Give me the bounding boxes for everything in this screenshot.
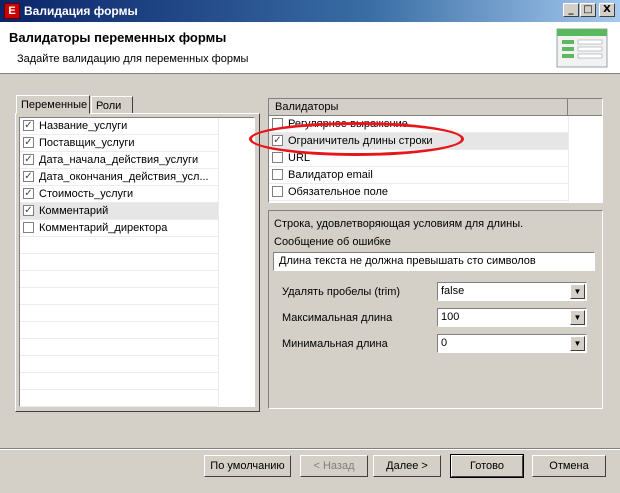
chevron-down-icon[interactable]: ▼ bbox=[570, 310, 585, 325]
maximize-button[interactable]: □ bbox=[580, 3, 596, 17]
column-header-label: Валидаторы bbox=[275, 101, 339, 113]
window-title: Валидация формы bbox=[24, 4, 138, 18]
close-button[interactable]: X bbox=[599, 3, 615, 17]
list-item[interactable]: ✓ Стоимость_услуги bbox=[20, 186, 218, 203]
form-icon bbox=[556, 28, 608, 68]
column-divider bbox=[218, 118, 219, 406]
min-length-select[interactable]: 0 ▼ bbox=[437, 334, 587, 353]
variables-list[interactable]: ✓ Название_услуги ✓ Поставщик_услуги ✓ Дата… bbox=[19, 117, 255, 407]
minimize-button[interactable]: _ bbox=[563, 3, 579, 17]
checkbox-icon[interactable]: ✓ bbox=[23, 120, 34, 131]
list-item-empty bbox=[20, 390, 218, 407]
checkbox-icon[interactable]: ✓ bbox=[23, 171, 34, 182]
min-length-value: 0 bbox=[441, 337, 448, 349]
error-message-field[interactable]: Длина текста не должна превышать сто сим… bbox=[273, 252, 595, 271]
checkbox-icon[interactable]: ✓ bbox=[23, 137, 34, 148]
max-length-select[interactable]: 100 ▼ bbox=[437, 308, 587, 327]
separator-highlight bbox=[0, 449, 620, 450]
list-item-selected[interactable]: ✓ Комментарий bbox=[20, 203, 218, 220]
checkbox-icon[interactable] bbox=[272, 169, 283, 180]
checkbox-icon[interactable]: ✓ bbox=[23, 154, 34, 165]
list-item-empty bbox=[20, 237, 218, 254]
list-item[interactable]: ✓ Дата_начала_действия_услуги bbox=[20, 152, 218, 169]
trim-select[interactable]: false ▼ bbox=[437, 282, 587, 301]
list-item[interactable]: ✓ Название_услуги bbox=[20, 118, 218, 135]
list-item-empty bbox=[20, 254, 218, 271]
tab-roles[interactable]: Роли bbox=[91, 96, 133, 114]
list-item-empty bbox=[20, 271, 218, 288]
validator-description: Строка, удовлетворяющая условиям для дли… bbox=[274, 218, 524, 230]
defaults-button[interactable]: По умолчанию bbox=[204, 455, 291, 477]
cancel-button[interactable]: Отмена bbox=[532, 455, 606, 477]
title-bar[interactable]: E Валидация формы _ □ X bbox=[0, 0, 620, 22]
list-item-empty bbox=[20, 322, 218, 339]
trim-label: Удалять пробелы (trim) bbox=[282, 286, 401, 298]
list-item[interactable]: ✓ Дата_окончания_действия_усл... bbox=[20, 169, 218, 186]
checkbox-icon[interactable] bbox=[272, 152, 283, 163]
page-title: Валидаторы переменных формы bbox=[9, 30, 227, 45]
highlight-ellipse bbox=[249, 122, 464, 156]
list-item[interactable]: Комментарий_директора bbox=[20, 220, 218, 237]
next-button[interactable]: Далее > bbox=[373, 455, 441, 477]
checkbox-icon[interactable] bbox=[23, 222, 34, 233]
variables-panel: ✓ Название_услуги ✓ Поставщик_услуги ✓ Дата… bbox=[15, 113, 260, 412]
list-item-empty bbox=[20, 339, 218, 356]
max-length-value: 100 bbox=[441, 311, 460, 323]
column-header[interactable]: Валидаторы bbox=[269, 99, 568, 116]
list-item[interactable]: Обязательное поле bbox=[269, 184, 568, 201]
page-subtitle: Задайте валидацию для переменных формы bbox=[17, 53, 249, 65]
error-message-label: Сообщение об ошибке bbox=[274, 236, 391, 248]
max-length-label: Максимальная длина bbox=[282, 312, 393, 324]
list-item-empty bbox=[20, 288, 218, 305]
tab-variables[interactable]: Переменные bbox=[16, 95, 90, 114]
back-button[interactable]: < Назад bbox=[300, 455, 368, 477]
checkbox-icon[interactable] bbox=[272, 186, 283, 197]
wizard-header: Валидаторы переменных формы Задайте вали… bbox=[0, 22, 620, 74]
table-header: Валидаторы bbox=[269, 99, 602, 116]
chevron-down-icon[interactable]: ▼ bbox=[570, 284, 585, 299]
list-item-empty bbox=[20, 305, 218, 322]
app-icon: E bbox=[4, 3, 20, 19]
checkbox-icon[interactable]: ✓ bbox=[23, 188, 34, 199]
validator-details-panel: Строка, удовлетворяющая условиям для дли… bbox=[268, 210, 603, 409]
min-length-label: Минимальная длина bbox=[282, 338, 388, 350]
column-divider bbox=[568, 116, 569, 202]
finish-button[interactable]: Готово bbox=[450, 454, 524, 478]
checkbox-icon[interactable]: ✓ bbox=[23, 205, 34, 216]
list-item[interactable]: ✓ Поставщик_услуги bbox=[20, 135, 218, 152]
trim-select-value: false bbox=[441, 285, 465, 297]
list-item[interactable]: Валидатор email bbox=[269, 167, 568, 184]
list-item-empty bbox=[20, 373, 218, 390]
error-message-value: Длина текста не должна превышать сто сим… bbox=[279, 255, 536, 267]
chevron-down-icon[interactable]: ▼ bbox=[570, 336, 585, 351]
list-item-empty bbox=[20, 356, 218, 373]
